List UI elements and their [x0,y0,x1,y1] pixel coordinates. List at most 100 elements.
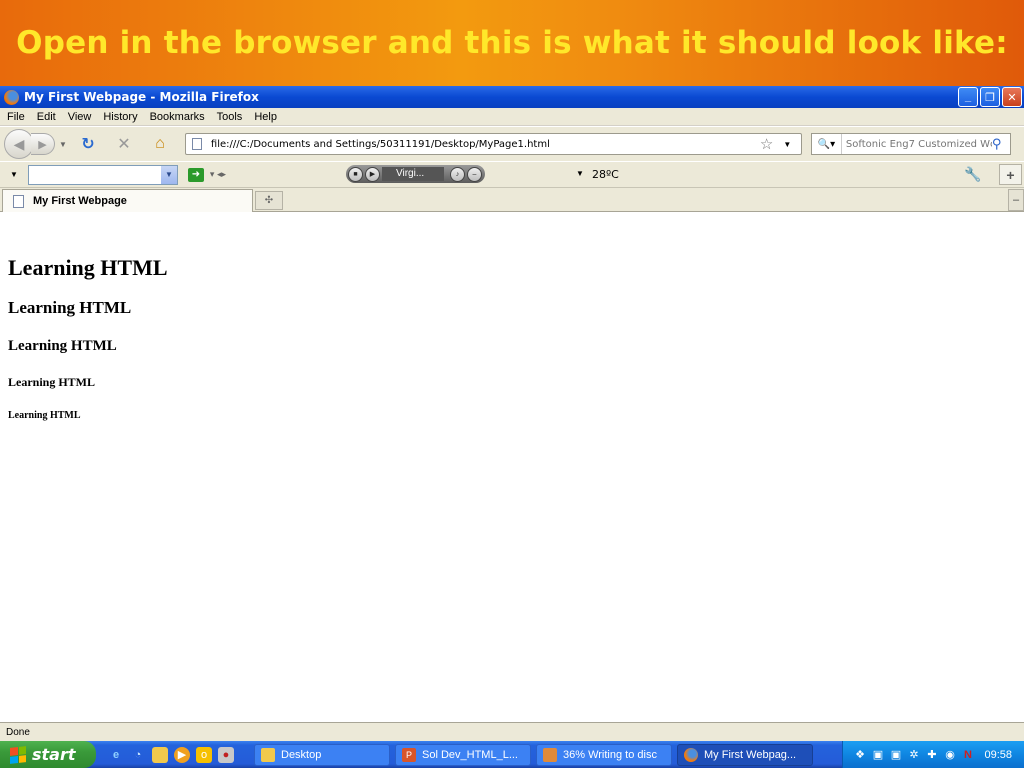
norton-tray-icon[interactable]: N [961,748,975,762]
firefox-task-icon [684,747,698,762]
restore-button[interactable]: ❐ [980,87,1000,107]
status-bar: Done [0,722,1024,741]
minimize-button[interactable]: _ [958,87,978,107]
menu-view[interactable]: View [68,111,92,123]
quick-launch: e ◔ ▶ o ● [108,746,234,763]
media-player: ■ ▶ Virgi... ♪ – [346,165,485,183]
history-dropdown-icon[interactable]: ▼ [59,140,67,149]
tab-page-icon [13,194,24,208]
menu-tools[interactable]: Tools [217,111,243,123]
network-tray-icon[interactable]: ▣ [871,748,885,762]
stop-icon: ✕ [117,136,131,153]
dropbox-tray-icon[interactable]: ❖ [853,748,867,762]
page-icon [191,138,202,150]
tab-strip: My First Webpage ✣ – [0,187,1024,212]
folder-quick-icon[interactable] [152,746,168,763]
weather-dropdown-icon[interactable]: ▼ [576,169,584,178]
search-bar[interactable]: 🔍▾ ⚲ [810,133,1011,155]
network2-tray-icon[interactable]: ▣ [889,748,903,762]
task-powerpoint[interactable]: P Sol Dev_HTML_L... [395,743,531,766]
task-firefox[interactable]: My First Webpag... [677,743,813,766]
url-dropdown-icon[interactable]: ▼ [783,140,791,149]
slide-title: Open in the browser and this is what it … [16,25,1008,61]
tab-my-first-webpage[interactable]: My First Webpage [2,189,253,212]
task-label: My First Webpag... [704,748,797,761]
heading-5: Learning HTML [8,410,81,421]
menu-bookmarks[interactable]: Bookmarks [150,111,205,123]
task-desktop[interactable]: Desktop [254,743,390,766]
window-title: My First Webpage - Mozilla Firefox [24,90,259,104]
minus-icon[interactable]: – [467,166,482,182]
media-quick-icon[interactable]: ▶ [174,746,190,763]
window-controls: _ ❐ ✕ [958,87,1022,107]
select-chevron-icon[interactable]: ▼ [160,165,177,184]
tab-list-button[interactable]: – [1008,189,1024,211]
reload-button[interactable]: ↻ [77,133,99,155]
close-button[interactable]: ✕ [1002,87,1022,107]
back-button[interactable]: ◀ [4,129,34,159]
back-arrow-icon: ◀ [13,135,25,152]
address-bar[interactable]: ☆ ▼ [184,133,802,155]
url-input[interactable] [210,138,756,150]
start-button[interactable]: start [0,741,96,768]
toolbar-options-icon[interactable]: ▾ ◂▸ [210,169,226,180]
windows-flag-icon [10,745,26,764]
task-label: Desktop [281,748,322,761]
play-media-icon[interactable]: ▶ [365,166,380,182]
wrench-icon[interactable]: 🔧 [964,166,981,183]
navigation-toolbar: ◀ ▶ ▼ ↻ ✕ ⌂ ☆ ▼ 🔍▾ ⚲ [0,127,1024,161]
firefox-icon [4,89,19,105]
home-icon: ⌂ [155,135,165,152]
ie-icon[interactable]: e [108,747,124,763]
stop-media-icon[interactable]: ■ [348,166,363,182]
task-disc-writing[interactable]: 36% Writing to disc [536,743,672,766]
powerpoint-icon: P [402,747,416,762]
menu-file[interactable]: File [7,111,25,123]
page-content: Learning HTML Learning HTML Learning HTM… [0,213,1024,722]
settings-tray-icon[interactable]: ✲ [907,748,921,762]
heading-1: Learning HTML [8,255,168,280]
status-text: Done [6,726,30,738]
disc-burn-icon [543,747,557,762]
toolbar-select[interactable]: ▼ [27,164,178,185]
bookmark-star-icon[interactable]: ☆ [760,135,773,153]
home-button[interactable]: ⌂ [149,133,171,155]
heading-4: Learning HTML [8,375,96,389]
menu-bar: File Edit View History Bookmarks Tools H… [0,108,1024,126]
add-toolbar-button[interactable]: + [999,164,1022,185]
security-tray-icon[interactable]: ✚ [925,748,939,762]
search-engine-icon[interactable]: 🔍▾ [812,134,842,154]
menu-help[interactable]: Help [254,111,277,123]
folder-icon [261,747,275,762]
task-label: Sol Dev_HTML_L... [422,748,518,761]
go-arrow-icon[interactable]: ➜ [187,167,204,182]
slide-banner: Open in the browser and this is what it … [0,0,1024,86]
start-label: start [32,745,76,764]
toolbar-dropdown-icon[interactable]: ▼ [10,170,18,179]
taskbar: start e ◔ ▶ o ● Desktop P Sol Dev_HTML_L… [0,741,1024,768]
weather-temperature[interactable]: 28ºC [592,168,619,181]
task-label: 36% Writing to disc [563,748,657,761]
system-tray: ❖ ▣ ▣ ✲ ✚ ◉ N 09:58 [842,741,1024,768]
search-icon[interactable]: ⚲ [992,136,1002,152]
volume-icon[interactable]: ♪ [450,166,465,182]
tab-label: My First Webpage [33,195,127,207]
messenger-quick-icon[interactable]: ● [218,746,234,763]
stop-button[interactable]: ✕ [113,133,135,155]
search-quick-icon[interactable]: ◔ [130,747,146,763]
window-titlebar[interactable]: My First Webpage - Mozilla Firefox _ ❐ ✕ [0,86,1024,108]
forward-button[interactable]: ▶ [31,133,55,155]
heading-2: Learning HTML [8,298,132,317]
radio-station[interactable]: Virgi... [382,167,444,181]
outlook-quick-icon[interactable]: o [196,746,212,763]
reload-icon: ↻ [81,136,95,153]
heading-3: Learning HTML [8,338,117,354]
clock: 09:58 [984,748,1012,761]
update-tray-icon[interactable]: ◉ [943,748,957,762]
menu-history[interactable]: History [103,111,137,123]
search-input[interactable] [845,138,992,150]
forward-arrow-icon: ▶ [38,138,47,151]
menu-edit[interactable]: Edit [37,111,56,123]
new-tab-button[interactable]: ✣ [255,191,283,210]
secondary-toolbar: ▼ ▼ ➜ ▾ ◂▸ ■ ▶ Virgi... ♪ – ▼ 28ºC 🔧 + [0,161,1024,187]
